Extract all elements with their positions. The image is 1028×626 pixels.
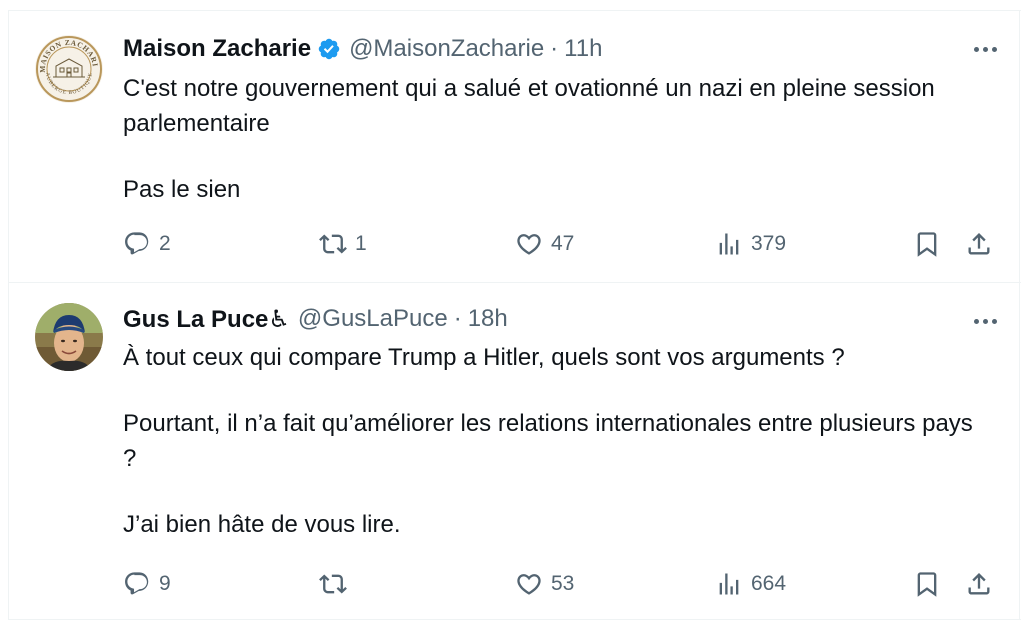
reply-button[interactable]: 9 [123,567,171,601]
user-handle[interactable]: @MaisonZacharie [349,35,544,63]
user-handle[interactable]: @GusLaPuce [298,305,448,333]
reply-button[interactable]: 2 [123,227,171,261]
more-icon[interactable] [971,313,999,329]
avatar[interactable] [35,303,103,371]
share-icon [968,573,990,595]
profile-photo [35,303,103,371]
reply-count: 9 [159,572,171,595]
repost-button[interactable]: 1 [319,227,367,261]
repost-button[interactable] [319,567,355,601]
action-bar: 2 1 47 379 [9,227,1021,261]
avatar[interactable]: MAISON ZACHARIE AUBERGE BOUTIQUE [35,35,103,103]
share-button[interactable] [965,567,993,601]
bookmark-button[interactable] [913,567,941,601]
bookmark-button[interactable] [913,227,941,261]
view-count: 379 [751,232,787,255]
heart-icon [517,234,541,255]
share-icon [968,233,990,255]
timestamp[interactable]: 11h [564,35,602,63]
repost-icon [319,234,347,254]
display-name[interactable]: Gus La Puce♿ [123,305,290,334]
share-button[interactable] [965,227,993,261]
views-button[interactable]: 379 [715,227,786,261]
repost-count: 1 [355,232,367,255]
display-name[interactable]: Maison Zacharie [123,35,311,63]
timeline: MAISON ZACHARIE AUBERGE BOUTIQUE Maison … [8,10,1021,620]
bookmark-icon [917,232,937,257]
reply-count: 2 [159,232,171,255]
tweet-header: Gus La Puce♿ @GusLaPuce · 18h [123,303,508,335]
views-button[interactable]: 664 [715,567,786,601]
tweet-paragraph: J’ai bien hâte de vous lire. [123,511,401,538]
tweet[interactable]: Gus La Puce♿ @GusLaPuce · 18h À tout ceu… [9,282,1021,620]
repost-icon [319,574,347,594]
view-count: 664 [751,572,787,595]
timestamp[interactable]: 18h [468,305,508,333]
tweet-text: À tout ceux qui compare Trump a Hitler, … [123,340,983,542]
views-icon [719,573,739,595]
action-bar: 9 53 664 [9,567,1021,601]
like-count: 47 [551,232,575,255]
tweet[interactable]: MAISON ZACHARIE AUBERGE BOUTIQUE Maison … [9,10,1021,282]
bookmark-icon [917,572,937,597]
reply-icon [125,572,149,595]
tweet-header: Maison Zacharie @MaisonZacharie · 11h [123,33,602,65]
like-button[interactable]: 53 [515,567,574,601]
like-count: 53 [551,572,575,595]
heart-icon [517,574,541,595]
tweet-paragraph: Pourtant, il n’a fait qu’améliorer les r… [123,410,973,472]
separator: · [550,35,559,62]
separator: · [453,305,462,332]
maison-zacharie-logo: MAISON ZACHARIE AUBERGE BOUTIQUE [35,35,103,103]
verified-badge-icon[interactable] [317,37,341,61]
tweet-paragraph: Pas le sien [123,176,241,203]
tweet-paragraph: C'est notre gouvernement qui a salué et … [123,75,935,137]
more-icon[interactable] [971,41,999,57]
tweet-text: C'est notre gouvernement qui a salué et … [123,71,983,207]
like-button[interactable]: 47 [515,227,574,261]
views-icon [719,233,739,255]
tweet-paragraph: À tout ceux qui compare Trump a Hitler, … [123,344,845,371]
reply-icon [125,232,149,255]
